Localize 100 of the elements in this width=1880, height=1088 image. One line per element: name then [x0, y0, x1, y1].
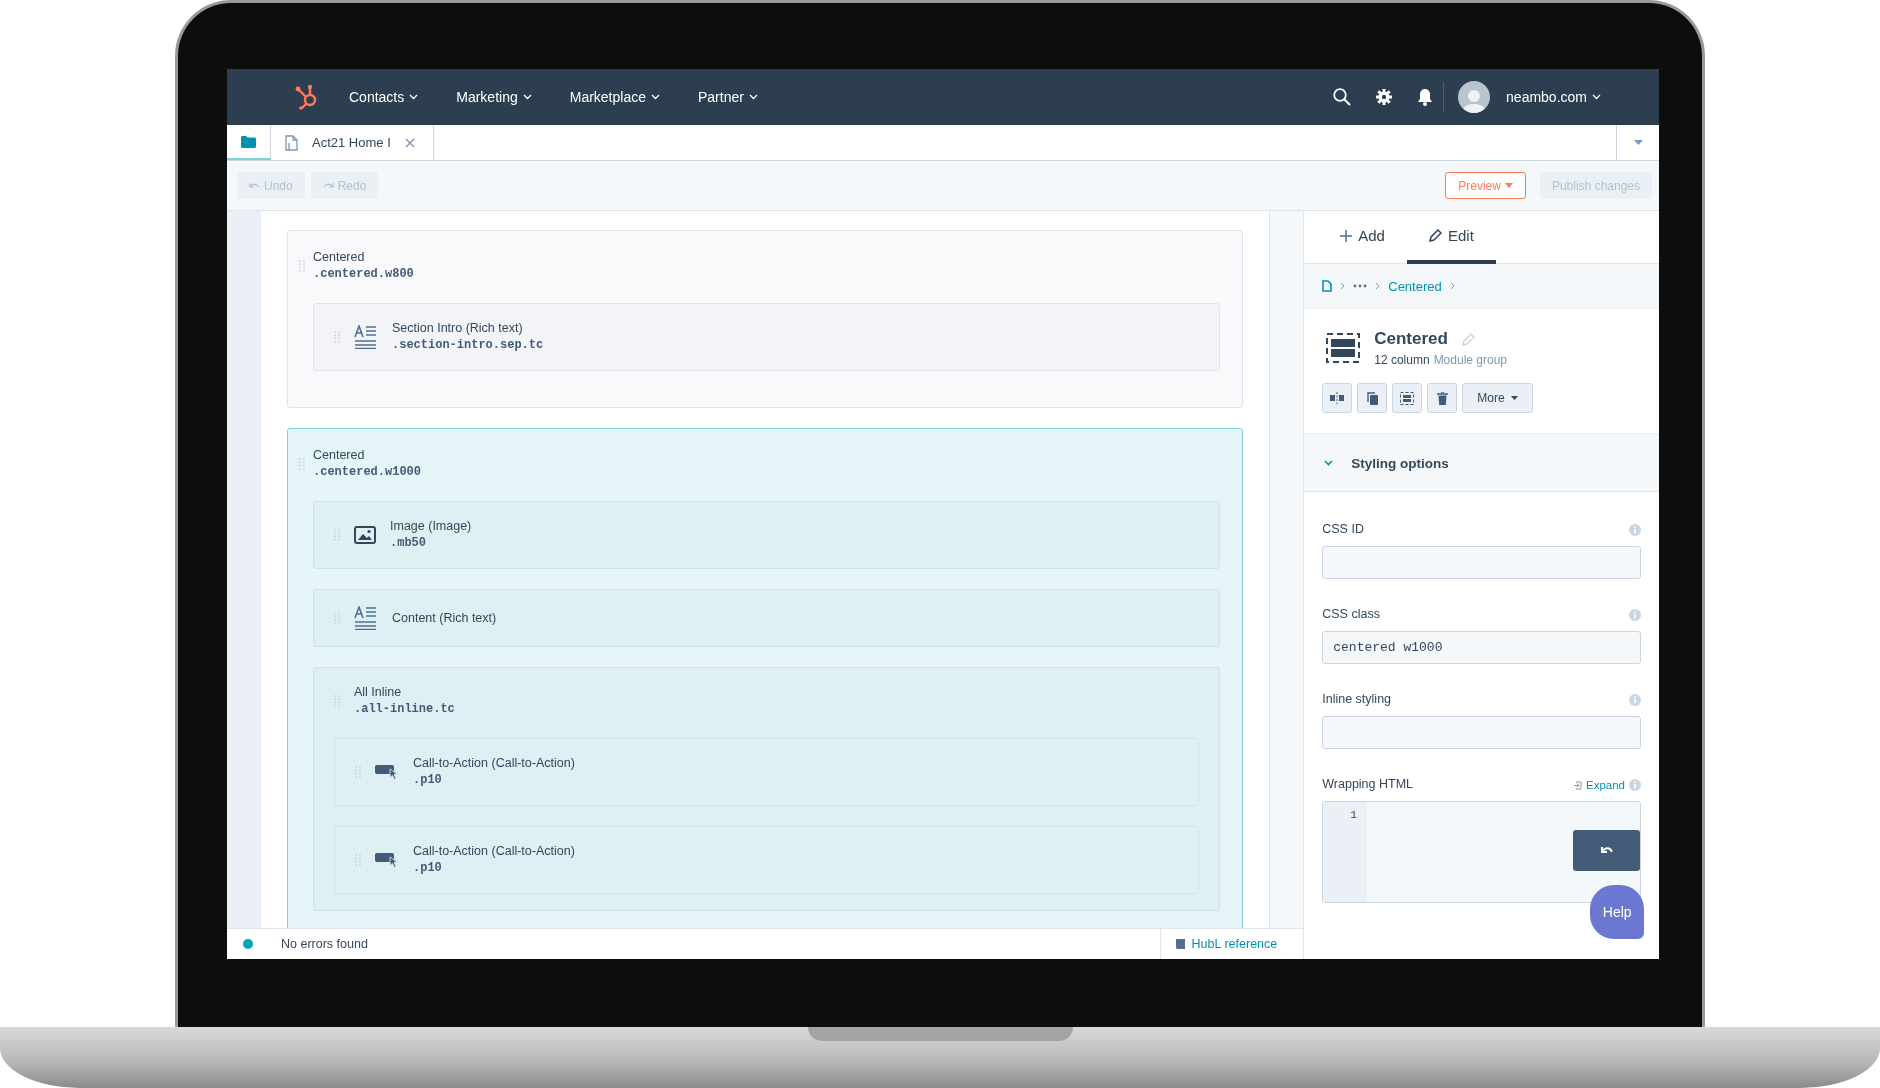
section-class: .centered.w1000	[313, 464, 422, 481]
delete-button[interactable]	[1427, 383, 1458, 413]
module-class: .section-intro.sep.tc	[392, 337, 544, 354]
button-cursor-icon	[375, 851, 399, 869]
field-label: CSS ID	[1322, 522, 1364, 536]
module-title: All Inline	[354, 684, 403, 701]
rich-text-icon	[354, 606, 378, 630]
caret-icon	[1510, 396, 1518, 400]
chevron-down-icon	[651, 94, 660, 100]
module-block[interactable]: Image (Image) .mb50	[313, 501, 1221, 569]
avatar-icon[interactable]	[1458, 81, 1491, 113]
chevron-down-icon	[522, 94, 532, 100]
text-field[interactable]	[1322, 546, 1641, 579]
module-block[interactable]: Call-to-Action (Call-to-Action) .p10	[334, 738, 1200, 806]
chevron-down-icon	[1324, 460, 1334, 466]
split-button[interactable]	[1322, 383, 1353, 413]
field-label: Inline styling	[1322, 692, 1392, 706]
undo-button[interactable]	[1573, 830, 1641, 871]
module-title: Call-to-Action (Call-to-Action)	[413, 755, 575, 772]
drag-handle-icon	[334, 331, 340, 343]
undo-icon	[1599, 845, 1614, 856]
drag-handle-icon	[355, 854, 361, 866]
undo-icon	[249, 181, 260, 190]
rich-text-icon	[354, 325, 378, 349]
module-type: Module group	[1433, 353, 1507, 367]
module-class: .p10	[413, 860, 443, 877]
image-icon	[354, 526, 376, 544]
status-dot-icon	[243, 939, 253, 949]
line-number: 1	[1349, 808, 1358, 821]
chevron-down-icon	[748, 94, 758, 100]
nav-menu-item[interactable]: Marketplace	[563, 83, 666, 111]
drag-handle-icon	[334, 529, 340, 541]
split-icon	[1330, 392, 1345, 404]
help-button[interactable]: Help	[1590, 885, 1645, 939]
bell-icon[interactable]	[1417, 88, 1434, 106]
caret-icon	[1504, 183, 1513, 188]
styling-options-toggle[interactable]: Styling options	[1304, 435, 1659, 492]
section-title: Centered	[313, 447, 366, 464]
plus-icon	[1340, 229, 1353, 242]
copy-icon	[1366, 391, 1378, 405]
module-title: Call-to-Action (Call-to-Action)	[413, 843, 575, 860]
more-icon[interactable]	[1353, 284, 1368, 288]
module-block[interactable]: Call-to-Action (Call-to-Action) .p10	[334, 826, 1200, 894]
module-class: .all-inline.tc	[354, 701, 455, 718]
chevron-right-icon	[1340, 282, 1346, 290]
module-title: Image (Image)	[390, 518, 472, 535]
expand-link[interactable]: Expand	[1573, 779, 1641, 791]
section-block[interactable]: Centered .centered.w800 Section Intro (Rich text) .section-intro.sep.tc	[287, 230, 1244, 408]
close-icon[interactable]	[404, 137, 415, 148]
search-icon[interactable]	[1333, 88, 1352, 106]
breadcrumb-link[interactable]: Centered	[1388, 278, 1442, 294]
module-class: .mb50	[390, 535, 427, 552]
module-block[interactable]: All Inline .all-inline.tc Call-to-Action (Call-to-Action) .p10 Call-to-Action (Call-to-Action) .p10	[313, 667, 1221, 911]
page-icon[interactable]	[1322, 280, 1333, 292]
chevron-down-icon	[1592, 94, 1601, 100]
sprocket-logo-icon[interactable]	[295, 84, 319, 110]
nav-menu-item[interactable]: Partner	[692, 83, 764, 111]
chevron-right-icon	[1449, 282, 1455, 290]
text-field[interactable]	[1322, 716, 1641, 749]
module-group-icon	[1326, 333, 1361, 363]
hubl-reference-link[interactable]: HubL reference	[1159, 929, 1304, 959]
code-editor[interactable]: 1	[1322, 801, 1641, 903]
expand-icon	[1573, 780, 1582, 790]
section-title: Centered	[313, 249, 366, 266]
book-icon	[1174, 938, 1186, 950]
group-button[interactable]	[1392, 383, 1423, 413]
editor-tab[interactable]: Act21 Home I	[271, 125, 434, 160]
text-field[interactable]: centered w1000	[1322, 631, 1641, 664]
document-icon	[285, 134, 298, 151]
nav-menu-item[interactable]: Contacts	[343, 83, 425, 111]
nav-menu-item[interactable]: Marketing	[450, 83, 538, 111]
section-class: .centered.w800	[313, 266, 414, 283]
drag-handle-icon	[299, 458, 305, 470]
panel-tab[interactable]: Add	[1318, 211, 1407, 264]
section-block[interactable]: Centered .centered.w1000 Image (Image) .mb50 Content (Rich text) All Inline .all-inline.tc Call-to-Action (Call-to-Action) .p10 Call-to-Action (Call-to-Action) .p10	[287, 428, 1244, 928]
chevron-down-icon	[409, 94, 419, 100]
module-title: Section Intro (Rich text)	[392, 320, 524, 337]
pencil-icon	[1428, 229, 1442, 242]
more-button[interactable]: More	[1462, 383, 1533, 413]
module-class: .p10	[413, 772, 443, 789]
trash-icon	[1436, 391, 1448, 405]
drag-handle-icon	[334, 612, 340, 624]
drag-handle-icon	[334, 695, 340, 707]
tab-label: Act21 Home I	[312, 135, 391, 150]
account-menu[interactable]: neambo.com	[1506, 89, 1601, 105]
button-cursor-icon	[375, 763, 399, 781]
drag-handle-icon	[299, 260, 305, 272]
redo-icon	[322, 181, 334, 190]
module-block[interactable]: Content (Rich text)	[313, 589, 1221, 647]
module-group-icon	[1400, 391, 1415, 405]
module-name: Centered	[1374, 329, 1448, 349]
caret-icon	[1633, 140, 1643, 145]
settings-icon[interactable]	[1375, 88, 1394, 106]
module-block[interactable]: Section Intro (Rich text) .section-intro.sep.tc	[313, 303, 1221, 371]
module-title: Content (Rich text)	[392, 609, 497, 627]
column-count: 12 column	[1374, 353, 1430, 367]
field-label: Wrapping HTML	[1322, 777, 1414, 791]
status-message: No errors found	[281, 937, 368, 951]
chevron-right-icon	[1375, 282, 1381, 290]
clone-button[interactable]	[1357, 383, 1388, 413]
